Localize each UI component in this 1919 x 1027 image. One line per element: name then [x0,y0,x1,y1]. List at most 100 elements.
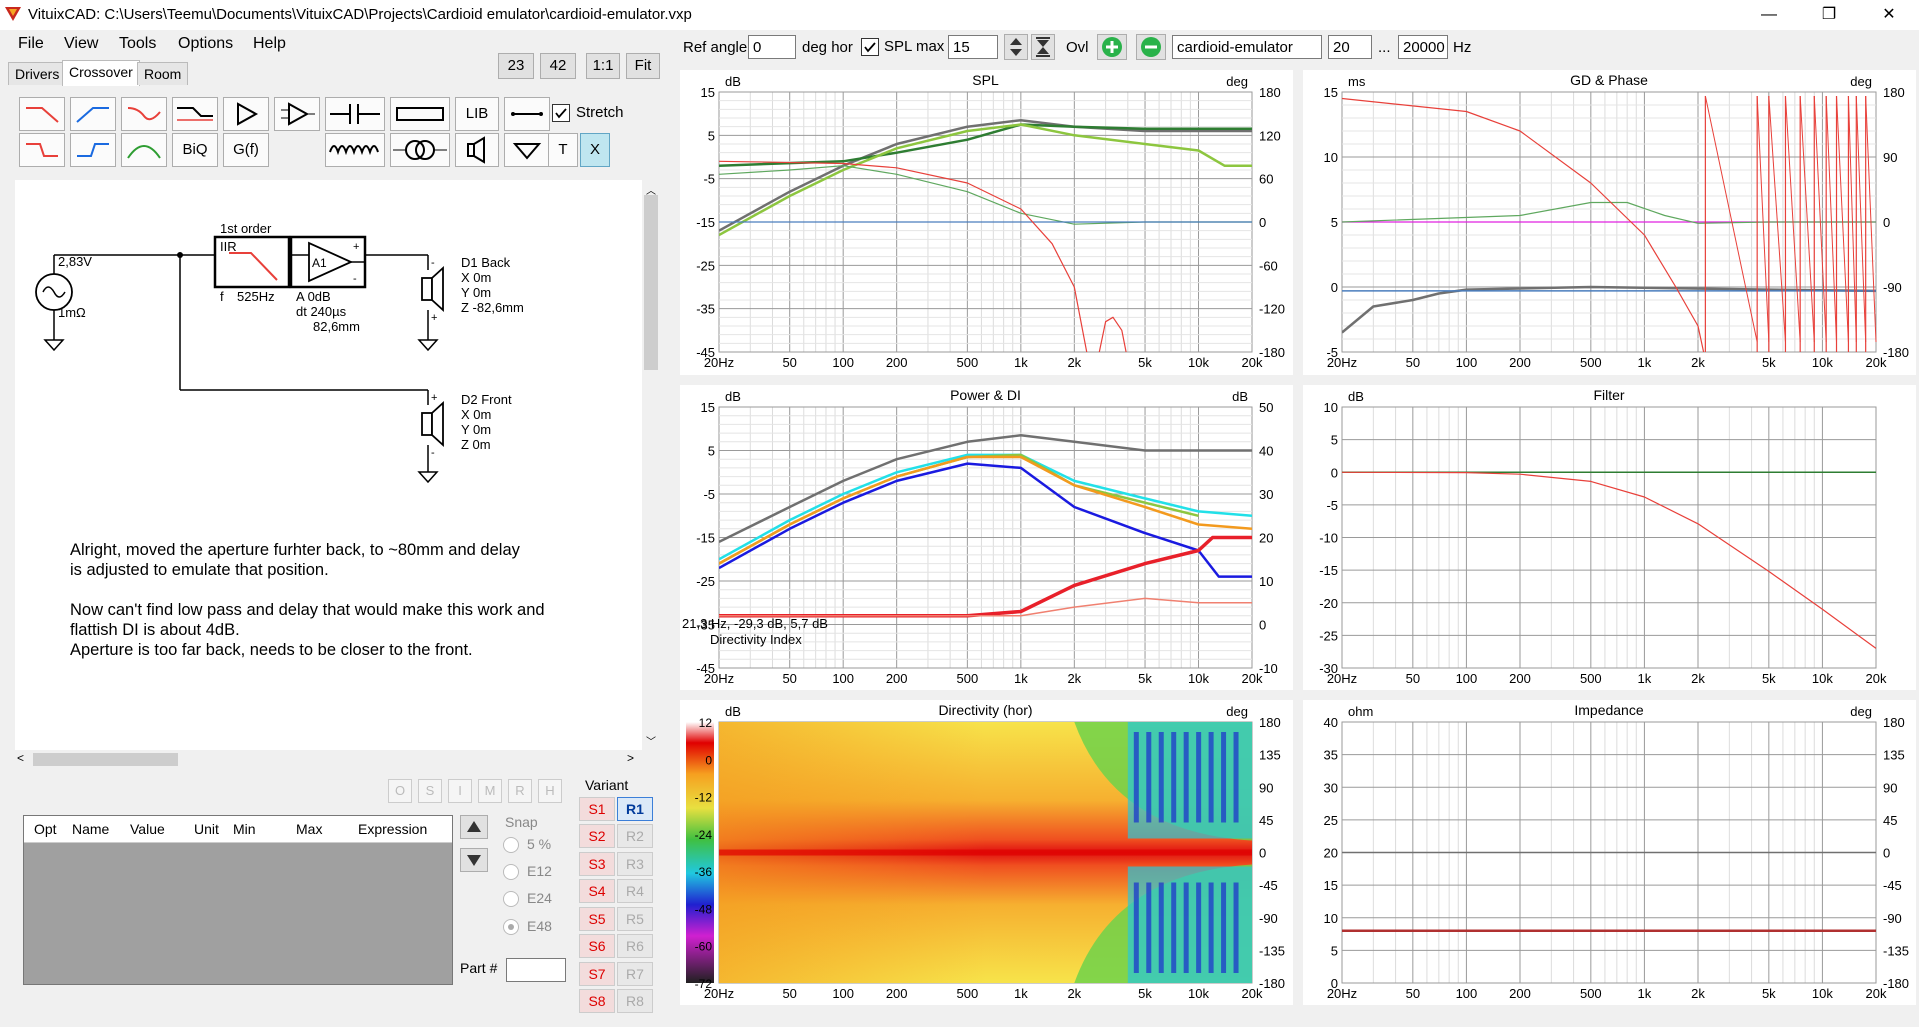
y-tick-label: -15 [696,531,715,546]
heatmap-lobe-bottom [1158,882,1164,973]
y-tick-label: -5 [1326,498,1338,513]
y2-axis-unit: deg [1850,74,1872,89]
x-tick-label: 200 [886,986,908,1001]
x-tick-label: 1k [1638,986,1652,1001]
chart-title: SPL [972,72,999,88]
y-tick-label: -25 [1319,628,1338,643]
x-tick-label: 5k [1138,986,1152,1001]
y-tick-label: 5 [708,444,715,459]
x-tick-label: 10k [1812,986,1833,1001]
y2-tick-label: 0 [1883,846,1890,861]
chart-power-di[interactable]: Power & DIdB dB155-5-15-25-35-45504030201… [680,385,1293,690]
y2-tick-label: -60 [1259,258,1278,273]
y2-axis-unit: deg [1226,74,1248,89]
chart-impedance[interactable]: Impedanceohm deg4035302520151050180135904… [1303,700,1916,1005]
charts-area[interactable]: SPLdB deg155-5-15-25-35-45180120600-60-12… [0,0,1919,1027]
y2-tick-label: 40 [1259,444,1273,459]
y2-tick-label: 50 [1259,400,1273,415]
y-tick-label: -10 [1319,531,1338,546]
x-tick-label: 1k [1638,671,1652,686]
chart-title: Power & DI [950,387,1021,403]
x-tick-label: 20k [1866,355,1887,370]
y-axis-unit: ms [1348,74,1366,89]
heatmap-lobe-bottom [1171,882,1177,973]
y-tick-label: 5 [1331,943,1338,958]
x-tick-label: 20Hz [704,355,734,370]
y2-tick-label: -90 [1259,911,1278,926]
y-tick-label: -15 [1319,563,1338,578]
x-tick-label: 100 [832,355,854,370]
y-tick-label: 25 [1324,813,1338,828]
y-tick-label: 0 [1331,280,1338,295]
y-tick-label: -20 [1319,596,1338,611]
x-tick-label: 10k [1188,986,1209,1001]
y2-tick-label: -120 [1259,302,1285,317]
chart-title: Filter [1593,387,1624,403]
x-tick-label: 10k [1188,355,1209,370]
y-tick-label: 15 [1324,85,1338,100]
x-tick-label: 10k [1188,671,1209,686]
x-tick-label: 20k [1866,986,1887,1001]
x-tick-label: 50 [1406,671,1420,686]
x-tick-label: 200 [886,671,908,686]
x-tick-label: 2k [1691,671,1705,686]
x-tick-label: 20k [1242,355,1263,370]
x-tick-label: 5k [1762,671,1776,686]
chart-directivity[interactable]: Directivity (hor) dB deg 12 0 -12 -24 -36 -48 -60… [680,700,1293,1005]
x-tick-label: 20k [1866,671,1887,686]
y-axis-unit: dB [725,389,741,404]
y-tick-label: 0 [1331,465,1338,480]
heatmap-lobe-top [1146,732,1152,823]
heatmap-lobe-top [1183,732,1189,823]
y2-tick-label: 45 [1259,813,1273,828]
heatmap-lobe-bottom [1221,882,1227,973]
cursor-readout-label: Directivity Index [710,632,802,647]
y-axis-unit: ohm [1348,704,1373,719]
y2-tick-label: 0 [1259,618,1266,633]
chart-filter[interactable]: FilterdB1050-5-10-15-20-25-3020Hz 50 100 20… [1303,385,1916,690]
x-tick-label: 500 [957,986,979,1001]
x-tick-label: 100 [1456,671,1478,686]
y2-tick-label: -180 [1259,345,1285,360]
y2-tick-label: -180 [1883,345,1909,360]
y-tick-label: -5 [703,172,715,187]
y-tick-label: 30 [1324,780,1338,795]
colorbar-tick-label: 12 [699,716,713,730]
heatmap-lobe-bottom [1146,882,1152,973]
y2-tick-label: 20 [1259,531,1273,546]
heatmap-axis-band [719,849,1252,856]
x-tick-label: 50 [782,986,796,1001]
x-tick-label: 20Hz [1327,355,1357,370]
x-tick-label: 100 [1456,355,1478,370]
x-tick-label: 1k [1638,355,1652,370]
heatmap-lobe-bottom [1183,882,1189,973]
y-tick-label: 5 [1331,215,1338,230]
heatmap-lobe-bottom [1208,882,1214,973]
heatmap-lobe-top [1233,732,1239,823]
y2-tick-label: 30 [1259,487,1273,502]
colorbar-tick-label: -24 [695,828,713,842]
x-tick-label: 5k [1762,986,1776,1001]
chart-spl[interactable]: SPLdB deg155-5-15-25-35-45180120600-60-12… [680,70,1293,375]
y2-tick-label: 135 [1259,748,1281,763]
colorbar-tick-label: 0 [705,753,712,767]
x-tick-label: 500 [1580,671,1602,686]
y2-tick-label: 90 [1883,780,1897,795]
colorbar-tick-label: -12 [695,791,713,805]
y2-axis-unit: deg [1850,704,1872,719]
x-tick-label: 2k [1067,671,1081,686]
y2-tick-label: 0 [1883,215,1890,230]
y-axis-unit: dB [1348,389,1364,404]
x-tick-label: 1k [1014,986,1028,1001]
x-tick-label: 2k [1691,986,1705,1001]
chart-gd-phase[interactable]: GD & Phasems deg151050-5180900-90-18020Hz… [1303,70,1916,375]
y2-axis-unit: dB [1232,389,1248,404]
colorbar-tick-label: -36 [695,865,713,879]
colorbar-tick-label: -48 [695,902,713,916]
y-tick-label: 10 [1324,150,1338,165]
colorbar-tick-label: -60 [695,940,713,954]
y-axis-unit: dB [725,704,741,719]
x-tick-label: 100 [832,986,854,1001]
y2-tick-label: 0 [1259,215,1266,230]
x-tick-label: 500 [1580,355,1602,370]
